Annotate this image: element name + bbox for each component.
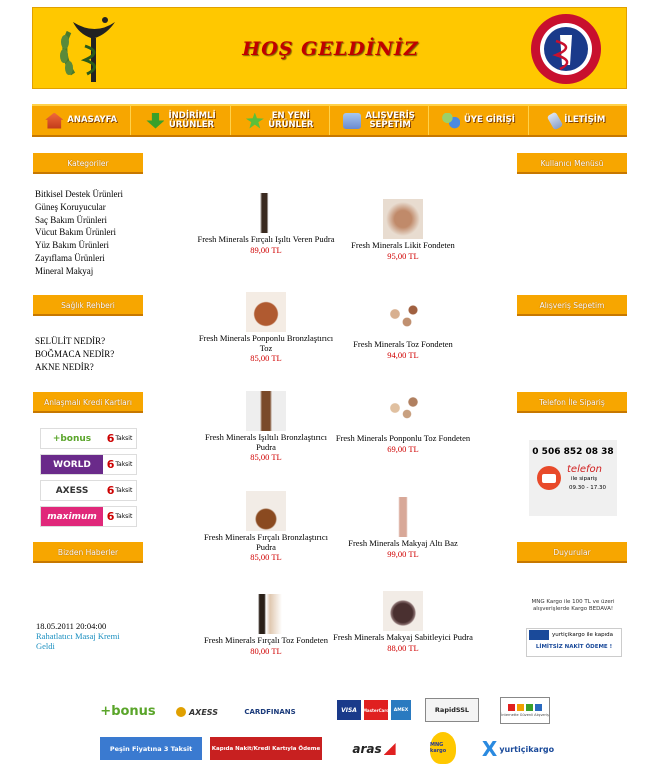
news-header: Bizden Haberler xyxy=(33,542,143,563)
bonus-card-badge: +bonus 6 Taksit xyxy=(40,428,137,449)
product-card[interactable]: Fresh Minerals Fırçalı Toz Fondeten 80,0… xyxy=(196,594,336,656)
product-image xyxy=(383,392,423,432)
product-image xyxy=(383,591,423,631)
kapida-odeme-banner: Kapıda Nakit/Kredi Kartıyla Ödeme xyxy=(210,737,322,760)
main-navigation: ANASAYFA İNDİRİMLİ ÜRÜNLER EN YENİ ÜRÜNL… xyxy=(32,104,627,137)
category-list: Bitkisel Destek Ürünleri Güneş Koruyucul… xyxy=(35,188,165,278)
yurtici-x-icon: X xyxy=(481,737,498,761)
health-guide-header: Sağlık Rehberi xyxy=(33,295,143,316)
pesin-fiyatina-taksit-banner: Peşin Fiyatına 3 Taksit xyxy=(100,737,202,760)
nav-home[interactable]: ANASAYFA xyxy=(32,106,132,135)
product-card[interactable]: Fresh Minerals Ponponlu Toz Fondeten 69,… xyxy=(333,392,473,454)
product-card[interactable]: Fresh Minerals Likit Fondeten 95,00 TL xyxy=(333,199,473,261)
axess-circle-icon xyxy=(175,707,186,717)
aras-kargo-logo: aras xyxy=(346,737,402,761)
aras-flag-icon xyxy=(383,743,396,755)
announcements-header: Duyurular xyxy=(517,542,627,563)
categories-header: Kategoriler xyxy=(33,153,143,174)
product-card[interactable]: Fresh Minerals Fırçalı Bronzlaştırıcı Pu… xyxy=(196,491,336,562)
world-card-badge: WORLD 6 Taksit xyxy=(40,454,137,475)
user-menu-header: Kullanıcı Menüsü xyxy=(517,153,627,174)
phone-number: 0 506 852 08 38 xyxy=(532,447,614,457)
cardfinans-logo: CARDFINANS xyxy=(244,708,296,716)
nav-member-login[interactable]: ÜYE GİRİŞİ xyxy=(429,106,529,135)
product-card[interactable]: Fresh Minerals Toz Fondeten 94,00 TL xyxy=(333,298,473,360)
category-link[interactable]: Güneş Koruyucular xyxy=(35,201,165,214)
news-link[interactable]: Rahatlatıcı Masaj Kremi Geldi xyxy=(36,631,136,651)
header-banner: HOŞ GELDİNİZ xyxy=(32,7,627,89)
category-link[interactable]: Mineral Makyaj xyxy=(35,265,165,278)
axess-card-badge: AXESS 6 Taksit xyxy=(40,480,137,501)
phone-icon xyxy=(546,111,564,130)
nav-discounted-products[interactable]: İNDİRİMLİ ÜRÜNLER xyxy=(131,106,231,135)
product-image xyxy=(246,391,286,431)
product-image xyxy=(246,292,286,332)
nav-contact[interactable]: İLETİŞİM xyxy=(529,106,627,135)
product-image xyxy=(246,491,286,531)
category-link[interactable]: Yüz Bakım Ürünleri xyxy=(35,239,165,252)
phone-order-box: 0 506 852 08 38 telefon ile sipariş 09.3… xyxy=(529,440,617,516)
ministry-of-health-seal xyxy=(531,14,601,84)
trusted-shopping-badge: İnternette Güvenli Alışveriş xyxy=(500,697,550,724)
product-image xyxy=(383,497,423,537)
maximum-card-badge: maximum 6 Taksit xyxy=(40,506,137,527)
health-guide-list: SELÜLİT NEDİR? BOĞMACA NEDİR? AKNE NEDİR… xyxy=(35,335,165,373)
telephone-icon xyxy=(537,466,561,490)
down-arrow-icon xyxy=(146,112,165,129)
visa-logo: VISA xyxy=(337,700,361,720)
nav-new-products[interactable]: EN YENİ ÜRÜNLER xyxy=(231,106,330,135)
category-link[interactable]: Vücut Bakım Ürünleri xyxy=(35,226,165,239)
mastercard-logo: MasterCard xyxy=(363,700,389,720)
product-image xyxy=(383,298,423,338)
members-icon xyxy=(441,112,460,129)
mng-kargo-logo: MNG kargo xyxy=(430,732,456,764)
product-card[interactable]: Fresh Minerals Makyaj Altı Baz 99,00 TL xyxy=(333,497,473,559)
home-icon xyxy=(45,112,64,129)
phone-order-header: Telefon İle Sipariş xyxy=(517,392,627,413)
health-article-link[interactable]: AKNE NEDİR? xyxy=(35,361,165,374)
product-image xyxy=(383,199,423,239)
health-article-link[interactable]: SELÜLİT NEDİR? xyxy=(35,335,165,348)
yurtici-kargo-logo: X yurtiçikargo xyxy=(481,737,555,761)
product-image xyxy=(246,193,286,233)
product-image xyxy=(246,594,286,634)
news-date: 18.05.2011 20:04:00 xyxy=(36,621,107,631)
amex-logo: AMEX xyxy=(391,700,411,720)
product-card[interactable]: Fresh Minerals Fırçalı Işıltı Veren Pudr… xyxy=(196,193,336,255)
category-link[interactable]: Bitkisel Destek Ürünleri xyxy=(35,188,165,201)
product-card[interactable]: Fresh Minerals Ponponlu Bronzlaştırıcı T… xyxy=(196,292,336,363)
axess-logo: AXESS xyxy=(174,704,220,720)
nav-shopping-cart[interactable]: ALIŞVERİŞ SEPETİM xyxy=(330,106,430,135)
yurtici-logo-icon xyxy=(529,630,549,640)
shopping-cart-header: Alışveriş Sepetim xyxy=(517,295,627,316)
rapidssl-badge: RapidSSL xyxy=(425,698,479,722)
basket-icon xyxy=(343,112,362,129)
mng-free-shipping-notice: MNG Kargo ile 100 TL ve üzeri alışverişl… xyxy=(531,599,615,612)
star-icon xyxy=(245,112,264,129)
bonus-logo: +bonus xyxy=(100,703,156,719)
credit-cards-header: Anlaşmalı Kredi Kartları xyxy=(33,392,143,413)
product-card[interactable]: Fresh Minerals Işıltılı Bronzlaştırıcı P… xyxy=(196,391,336,462)
product-card[interactable]: Fresh Minerals Makyaj Sabitleyici Pudra … xyxy=(333,591,473,653)
category-link[interactable]: Zayıflama Ürünleri xyxy=(35,252,165,265)
health-article-link[interactable]: BOĞMACA NEDİR? xyxy=(35,348,165,361)
yurtici-cod-banner: yurtiçikargo ile kapıda LİMİTSİZ NAKİT Ö… xyxy=(526,628,622,657)
category-link[interactable]: Saç Bakım Ürünleri xyxy=(35,214,165,227)
